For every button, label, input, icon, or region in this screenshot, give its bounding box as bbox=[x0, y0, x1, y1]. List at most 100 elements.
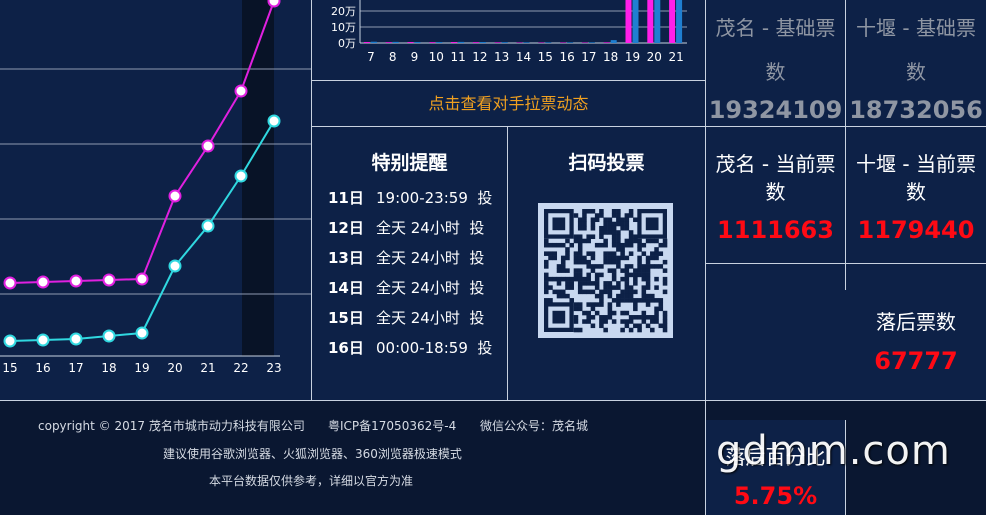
qr-module bbox=[590, 234, 596, 239]
qr-module bbox=[616, 259, 621, 265]
qr-module bbox=[637, 298, 642, 303]
reminder-action: 投 bbox=[469, 219, 485, 237]
qr-module bbox=[590, 323, 596, 329]
qr-module bbox=[565, 293, 570, 299]
y-tick-label: 20万 bbox=[331, 5, 356, 18]
qr-module bbox=[633, 276, 638, 282]
qr-module bbox=[633, 306, 638, 312]
qr-module bbox=[607, 281, 613, 286]
pull-votes-link[interactable]: 点击查看对手拉票动态 bbox=[312, 81, 705, 126]
qr-module bbox=[594, 272, 600, 278]
qr-module bbox=[645, 268, 651, 273]
data-point bbox=[3, 276, 17, 290]
stat-value: 5.75% bbox=[733, 482, 818, 510]
qr-module bbox=[552, 242, 558, 248]
qr-module bbox=[544, 289, 549, 295]
x-tick-label: 15 bbox=[538, 50, 553, 64]
data-point bbox=[69, 332, 83, 346]
qr-module bbox=[611, 298, 617, 303]
bar bbox=[429, 42, 436, 43]
qr-module bbox=[590, 264, 596, 269]
maoming-current-cell: 茂名 - 当前票 数 1111663 bbox=[706, 150, 845, 244]
qr-module bbox=[599, 298, 604, 303]
qr-module bbox=[565, 255, 570, 261]
qr-module bbox=[582, 281, 587, 286]
x-tick-label: 9 bbox=[411, 50, 419, 64]
qr-module bbox=[662, 276, 668, 282]
qr-module bbox=[628, 272, 634, 278]
qr-module bbox=[548, 242, 553, 248]
qr-module bbox=[620, 225, 625, 231]
footer-disclaimer: 本平台数据仅供参考，详细以官方为准 bbox=[209, 474, 414, 488]
reminder-title: 特别提醒 bbox=[371, 152, 448, 174]
qr-module bbox=[603, 281, 608, 286]
qr-code-image[interactable] bbox=[538, 203, 673, 338]
qr-module bbox=[544, 285, 549, 290]
qr-module bbox=[641, 310, 647, 316]
qr-module bbox=[641, 298, 647, 303]
qr-module bbox=[577, 306, 583, 312]
divider bbox=[312, 126, 706, 127]
bar bbox=[494, 42, 501, 43]
qr-module bbox=[662, 259, 668, 265]
qr-module bbox=[628, 209, 634, 214]
x-tick-label: 20 bbox=[647, 50, 662, 64]
qr-module bbox=[611, 221, 617, 227]
qr-module bbox=[582, 225, 587, 231]
reminder-time: 全天 24小时 bbox=[376, 309, 460, 327]
qr-module bbox=[654, 306, 659, 312]
qr-module bbox=[599, 302, 604, 307]
qr-module bbox=[650, 298, 655, 303]
qr-module bbox=[654, 310, 659, 316]
footer-wechat: 微信公众号：茂名城 bbox=[480, 419, 589, 433]
qr-module bbox=[645, 259, 651, 265]
qr-module bbox=[552, 289, 558, 295]
qr-module bbox=[565, 251, 570, 256]
x-tick-label: 13 bbox=[494, 50, 509, 64]
qr-module bbox=[590, 268, 596, 273]
qr-module bbox=[573, 213, 579, 218]
qr-module bbox=[586, 209, 591, 214]
reminder-day: 13日 bbox=[328, 249, 364, 267]
data-point bbox=[135, 272, 149, 286]
qr-module bbox=[624, 276, 630, 282]
qr-module bbox=[577, 289, 583, 295]
qr-module bbox=[548, 276, 553, 282]
qr-module bbox=[556, 289, 562, 295]
qr-module bbox=[633, 281, 638, 286]
qr-module bbox=[544, 259, 549, 265]
qr-module bbox=[637, 315, 642, 320]
qr-module bbox=[658, 302, 664, 307]
reminder-day: 11日 bbox=[328, 189, 364, 207]
qr-module bbox=[620, 298, 625, 303]
qr-module bbox=[573, 238, 579, 244]
qr-module bbox=[582, 289, 587, 295]
qr-module bbox=[544, 276, 549, 282]
qr-module bbox=[607, 221, 613, 227]
qr-module bbox=[582, 259, 587, 265]
qr-module bbox=[544, 281, 549, 286]
qr-module bbox=[662, 281, 668, 286]
qr-module bbox=[611, 238, 617, 244]
qr-module bbox=[577, 247, 583, 252]
x-tick-label: 15 bbox=[2, 361, 17, 375]
qr-module bbox=[603, 230, 608, 235]
qr-module bbox=[628, 230, 634, 235]
qr-module bbox=[607, 259, 613, 265]
qr-module bbox=[616, 281, 621, 286]
qr-module bbox=[637, 327, 642, 333]
qr-module bbox=[637, 259, 642, 265]
qr-module bbox=[628, 251, 634, 256]
qr-module bbox=[650, 315, 655, 320]
footer-icp[interactable]: 粤ICP备17050362号-4 bbox=[328, 417, 456, 434]
qr-module bbox=[577, 259, 583, 265]
qr-module bbox=[603, 225, 608, 231]
qr-module bbox=[650, 238, 655, 244]
reminder-action: 投 bbox=[477, 189, 493, 207]
qr-module bbox=[616, 209, 621, 214]
qr-module bbox=[641, 293, 647, 299]
qr-module bbox=[616, 217, 621, 223]
shiyan-base-cell: 十堰 - 基础票 数 18732056 bbox=[846, 8, 986, 124]
qr-module bbox=[611, 251, 617, 256]
qr-module bbox=[560, 255, 566, 261]
